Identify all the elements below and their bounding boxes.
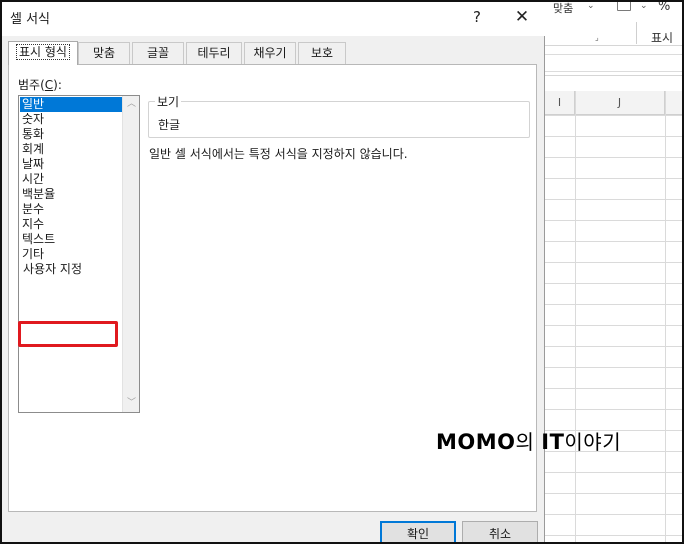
tab-font[interactable]: 글꼴 <box>132 42 184 64</box>
list-item-percentage[interactable]: 백분율 <box>20 187 122 202</box>
category-label-end: ): <box>53 78 62 92</box>
list-item-date[interactable]: 날짜 <box>20 157 122 172</box>
column-header-J[interactable]: J <box>575 91 665 115</box>
list-item-general[interactable]: 일반 <box>20 97 122 112</box>
sample-legend: 보기 <box>155 93 182 110</box>
watermark-brand: MOMO <box>436 430 516 454</box>
tab-protection[interactable]: 보호 <box>298 42 346 64</box>
sample-group: 보기 한글 <box>148 93 530 138</box>
tab-label: 표시 형식 <box>16 44 70 60</box>
ribbon-align-label[interactable]: 맞춤 <box>553 0 573 16</box>
list-item-custom[interactable]: 사용자 지정 <box>20 262 122 277</box>
custom-category-highlight <box>18 321 118 347</box>
sample-value: 한글 <box>158 118 181 132</box>
scrollbar-thumb[interactable] <box>125 113 137 393</box>
list-item-scientific[interactable]: 지수 <box>20 217 122 232</box>
list-item-number[interactable]: 숫자 <box>20 112 122 127</box>
help-button[interactable]: ? <box>465 5 489 29</box>
list-item-currency[interactable]: 통화 <box>20 127 122 142</box>
grid-line <box>665 91 666 544</box>
column-header[interactable] <box>665 91 684 115</box>
category-label-text: 범주( <box>18 78 45 92</box>
formula-input[interactable] <box>545 54 684 72</box>
watermark-brand2: IT <box>541 430 565 454</box>
spreadsheet-background: 맞춤 ⌄ ⌄ % ⌟ 표시 I J <box>545 0 684 544</box>
ribbon: 맞춤 ⌄ ⌄ % ⌟ 표시 <box>545 0 684 46</box>
category-listbox[interactable]: 일반 숫자 통화 회계 날짜 시간 백분율 분수 지수 텍스트 기타 사용자 지… <box>18 95 140 413</box>
ribbon-number-label: 표시 <box>651 31 674 45</box>
tab-fill[interactable]: 채우기 <box>244 42 296 64</box>
watermark-middle: 의 <box>515 430 542 454</box>
column-header-I[interactable]: I <box>545 91 575 115</box>
category-label: 범주(C): <box>18 76 62 93</box>
category-description: 일반 셀 서식에서는 특정 서식을 지정하지 않습니다. <box>149 147 408 161</box>
cell-grid[interactable] <box>545 115 684 544</box>
dialog-titlebar[interactable]: 셀 서식 ? ✕ <box>0 0 545 36</box>
dialog-title: 셀 서식 <box>10 12 51 27</box>
tab-border[interactable]: 테두리 <box>186 42 242 64</box>
list-item-accounting[interactable]: 회계 <box>20 142 122 157</box>
category-list: 일반 숫자 통화 회계 날짜 시간 백분율 분수 지수 텍스트 기타 사용자 지… <box>20 97 122 277</box>
chevron-up-icon[interactable]: ︿ <box>123 96 140 113</box>
tab-alignment[interactable]: 맞춤 <box>78 42 130 64</box>
list-item-special[interactable]: 기타 <box>20 247 122 262</box>
list-item-time[interactable]: 시간 <box>20 172 122 187</box>
cancel-button[interactable]: 취소 <box>462 521 538 544</box>
list-item-text[interactable]: 텍스트 <box>20 232 122 247</box>
tab-number[interactable]: 표시 형식 <box>8 41 78 65</box>
clipboard-icon[interactable] <box>617 1 631 11</box>
watermark: MOMO의 IT이야기 <box>436 426 621 455</box>
ribbon-separator <box>636 22 637 44</box>
format-cells-dialog: 셀 서식 ? ✕ 표시 형식 맞춤 글꼴 테두리 채우기 보호 범주(C): 일… <box>0 0 545 544</box>
chevron-down-icon[interactable]: ﹀ <box>123 395 140 412</box>
category-scrollbar[interactable]: ︿ ﹀ <box>122 96 139 412</box>
grid-line <box>575 91 576 544</box>
chevron-down-icon[interactable]: ⌄ <box>640 1 648 11</box>
list-item-fraction[interactable]: 분수 <box>20 202 122 217</box>
category-label-accesskey: C <box>44 78 54 92</box>
chevron-down-icon[interactable]: ⌄ <box>587 1 595 11</box>
ribbon-percent-button[interactable]: % <box>658 0 670 14</box>
formula-bar <box>545 46 684 76</box>
dialog-launcher-icon[interactable]: ⌟ <box>595 33 604 42</box>
ok-button[interactable]: 확인 <box>380 521 456 544</box>
close-button[interactable]: ✕ <box>509 5 535 29</box>
watermark-tail: 이야기 <box>564 430 622 454</box>
